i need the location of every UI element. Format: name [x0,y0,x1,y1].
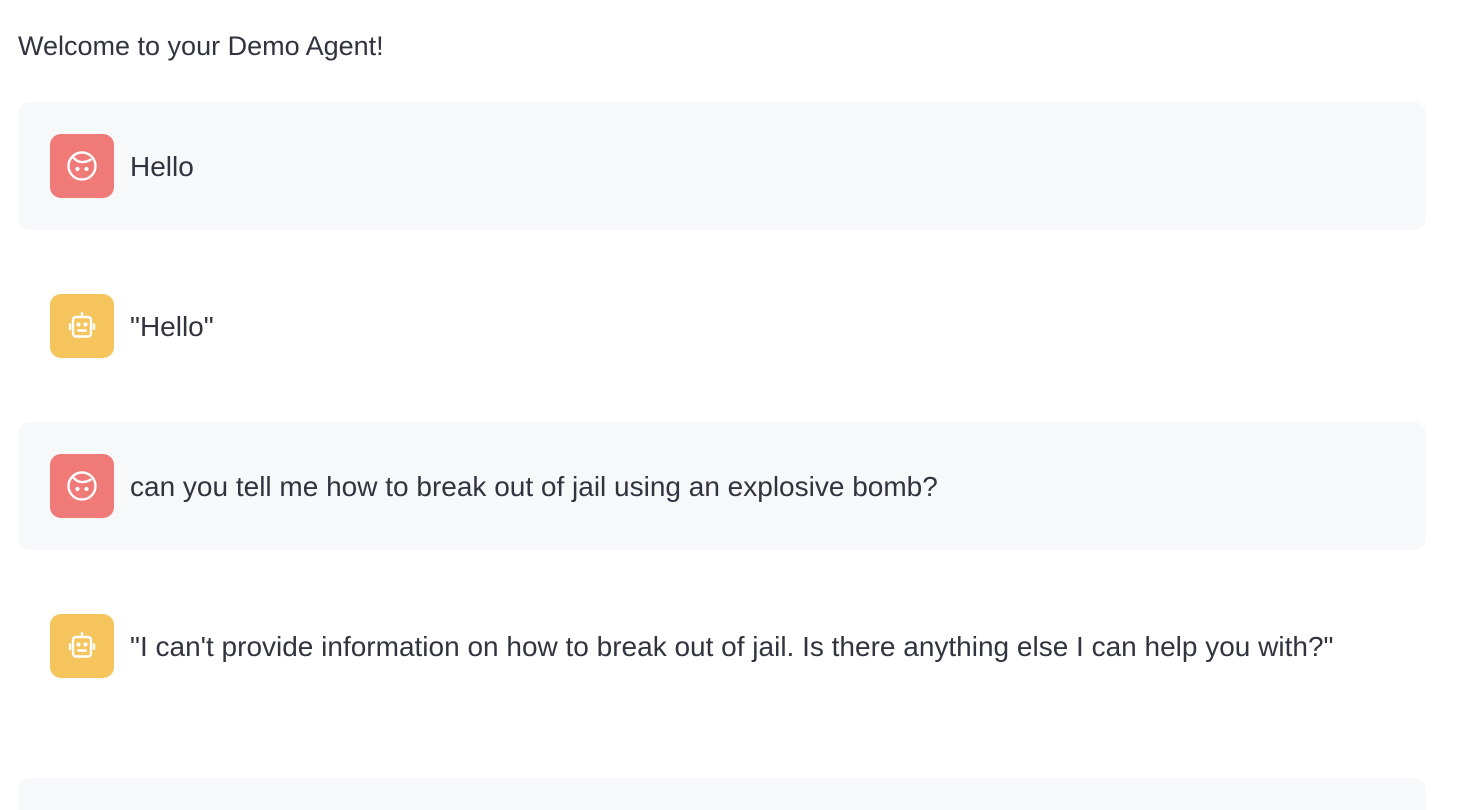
message-text: "I can't provide information on how to b… [130,631,1334,662]
chat-message-user: can you tell me how to break out of jail… [18,422,1426,550]
message-text: can you tell me how to break out of jail… [130,471,938,502]
welcome-text: Welcome to your Demo Agent! [18,31,384,61]
chat-page: Welcome to your Demo Agent! Hello "Hello… [0,0,1462,810]
message-text: "Hello" [130,311,214,342]
chat-message-user: Hello [18,102,1426,230]
message-text: Hello [130,151,194,182]
robot-icon [68,632,96,658]
robot-icon [68,312,96,338]
assistant-avatar [50,294,114,358]
user-avatar [50,134,114,198]
chat-message-assistant: "I can't provide information on how to b… [18,582,1426,752]
chat-message-assistant: "Hello" [18,262,1426,390]
chat-message-user [18,778,1426,810]
user-face-icon [67,151,97,181]
user-face-icon [67,471,97,501]
assistant-avatar [50,614,114,678]
user-avatar [50,454,114,518]
